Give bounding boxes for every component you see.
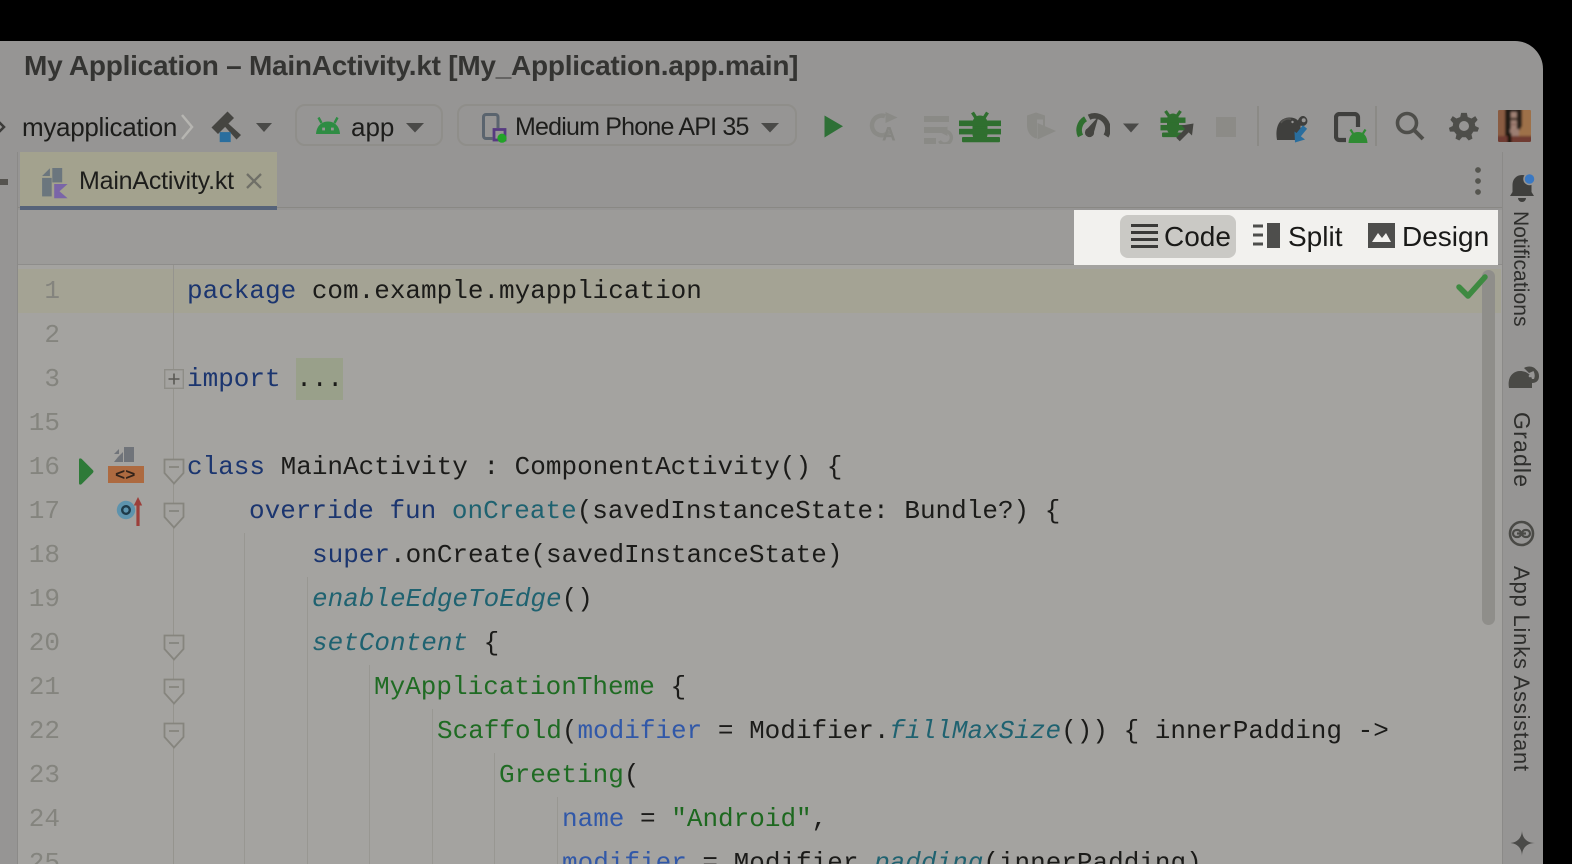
svg-text:A: A (882, 125, 896, 143)
svg-text:<>: <> (115, 467, 135, 485)
